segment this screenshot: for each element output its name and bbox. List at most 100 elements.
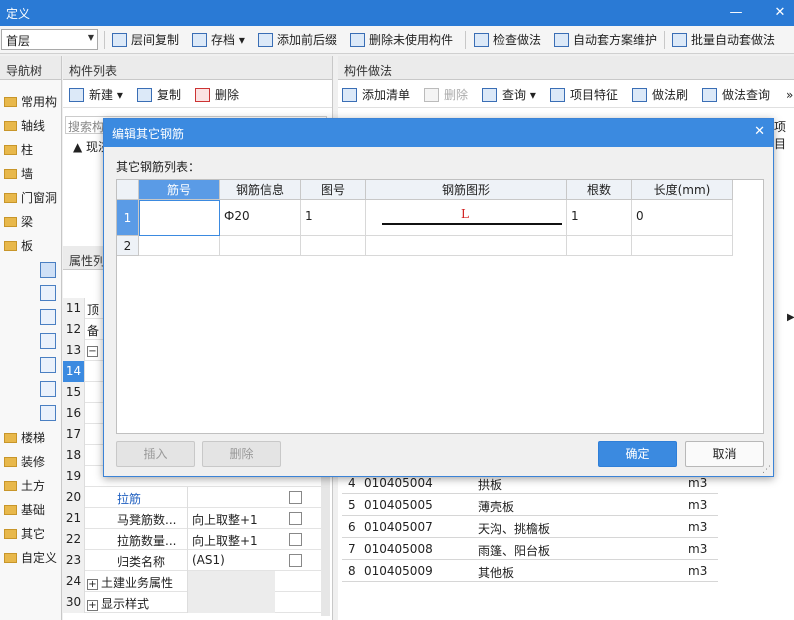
table-row[interactable]: 6 010405007 天沟、挑檐板 m3 bbox=[342, 516, 718, 538]
col-header-length[interactable]: 长度(mm) bbox=[632, 180, 733, 200]
nav-item[interactable]: 梁 bbox=[4, 212, 33, 232]
new-button[interactable]: 新建 ▾ bbox=[69, 86, 123, 104]
col-header-bar-no[interactable]: 筋号 bbox=[139, 180, 220, 200]
nav-item[interactable]: 门窗洞 bbox=[4, 188, 57, 208]
count-cell[interactable]: 1 bbox=[567, 200, 632, 236]
bar-no-cell[interactable] bbox=[139, 200, 220, 236]
method-delete-button[interactable]: 删除 bbox=[424, 86, 468, 104]
nav-item[interactable]: 土方 bbox=[4, 476, 45, 496]
length-cell[interactable] bbox=[632, 236, 733, 256]
delete-button[interactable]: 删除 bbox=[195, 86, 239, 104]
minimize-icon[interactable]: — bbox=[726, 3, 746, 23]
query-icon bbox=[482, 88, 497, 102]
slab-band-icon[interactable] bbox=[40, 333, 56, 349]
nav-item[interactable]: 常用构 bbox=[4, 92, 57, 112]
close-icon[interactable]: ✕ bbox=[770, 3, 790, 23]
expand-group[interactable]: + 显示样式 bbox=[87, 595, 149, 612]
length-cell[interactable]: 0 bbox=[632, 200, 733, 236]
row-number: 12 bbox=[63, 319, 85, 340]
col-header-count[interactable]: 根数 bbox=[567, 180, 632, 200]
insert-button[interactable]: 插入 bbox=[116, 441, 195, 467]
nav-item[interactable]: 轴线 bbox=[4, 116, 45, 136]
resize-grip-icon[interactable]: ⋰ bbox=[762, 465, 771, 475]
ok-button[interactable]: 确定 bbox=[598, 441, 677, 467]
row-number: 19 bbox=[63, 466, 85, 487]
nav-item[interactable]: 自定义 bbox=[4, 548, 57, 568]
info-cell[interactable]: Ф20 bbox=[220, 200, 301, 236]
table-row[interactable]: 7 010405008 雨篷、阳台板 m3 bbox=[342, 538, 718, 560]
add-prefix-button[interactable]: 添加前后缀 bbox=[258, 31, 337, 49]
brush-icon bbox=[632, 88, 647, 102]
shape-cell[interactable]: L bbox=[366, 200, 567, 236]
method-name: 天沟、挑檐板 bbox=[478, 522, 551, 536]
add-list-button[interactable]: 添加清单 bbox=[342, 86, 410, 104]
new-label: 新建 bbox=[89, 88, 114, 102]
fig-no-cell[interactable]: 1 bbox=[301, 200, 366, 236]
col-header-shape[interactable]: 钢筋图形 bbox=[366, 180, 567, 200]
row-number: 14 bbox=[63, 361, 85, 382]
cancel-button[interactable]: 取消 bbox=[685, 441, 764, 467]
dialog-delete-button[interactable]: 删除 bbox=[202, 441, 281, 467]
count-cell[interactable] bbox=[567, 236, 632, 256]
hole-icon[interactable] bbox=[40, 285, 56, 301]
close-icon[interactable]: ✕ bbox=[754, 124, 765, 139]
prop-row[interactable]: 24 + 土建业务属性 bbox=[63, 571, 325, 592]
shape-cell[interactable] bbox=[366, 236, 567, 256]
column-cap-icon[interactable] bbox=[40, 309, 56, 325]
expand-icon: + bbox=[87, 600, 98, 611]
prop-value[interactable]: 向上取整+1 bbox=[187, 508, 275, 529]
table-row[interactable]: 5 010405005 薄壳板 m3 bbox=[342, 494, 718, 516]
nav-item[interactable]: 其它 bbox=[4, 524, 45, 544]
info-cell[interactable] bbox=[220, 236, 301, 256]
prop-row[interactable]: 30 + 显示样式 bbox=[63, 592, 325, 613]
delete-unused-button[interactable]: 删除未使用构件 bbox=[350, 31, 453, 49]
strip-icon[interactable] bbox=[40, 405, 56, 421]
archive-button[interactable]: 存档 ▾ bbox=[192, 31, 245, 49]
table-row[interactable]: 8 010405009 其他板 m3 bbox=[342, 560, 718, 582]
nav-item-label: 楼梯 bbox=[21, 431, 46, 445]
nav-item[interactable]: 柱 bbox=[4, 140, 33, 160]
collapse-icon[interactable]: − bbox=[87, 343, 101, 357]
slab-icon[interactable] bbox=[40, 262, 56, 278]
prop-value[interactable]: (AS1) bbox=[187, 550, 275, 571]
method-search-button[interactable]: 做法查询 bbox=[702, 86, 770, 104]
batch-auto-button[interactable]: 批量自动套做法 bbox=[672, 31, 775, 49]
checkbox[interactable] bbox=[289, 491, 302, 504]
auto-scheme-button[interactable]: 自动套方案维护 bbox=[554, 31, 657, 49]
copy-floor-button[interactable]: 层间复制 bbox=[112, 31, 179, 49]
brush-button[interactable]: 做法刷 bbox=[632, 86, 688, 104]
nav-item[interactable]: 装修 bbox=[4, 452, 45, 472]
prop-row[interactable]: 22 拉筋数量... 向上取整+1 bbox=[63, 529, 325, 550]
col-header-fig-no[interactable]: 图号 bbox=[301, 180, 366, 200]
scroll-right-icon[interactable]: ▶ bbox=[787, 312, 794, 323]
expand-group[interactable]: + 土建业务属性 bbox=[87, 574, 173, 591]
query-button[interactable]: 查询 ▾ bbox=[482, 86, 536, 104]
rebar-icon[interactable] bbox=[40, 357, 56, 373]
prop-row[interactable]: 20 拉筋 bbox=[63, 487, 325, 508]
prop-value[interactable]: 向上取整+1 bbox=[187, 529, 275, 550]
checkbox[interactable] bbox=[289, 554, 302, 567]
prop-value[interactable] bbox=[187, 487, 275, 508]
folder-icon bbox=[4, 481, 17, 491]
prop-name: 拉筋 bbox=[117, 492, 142, 506]
folder-icon bbox=[4, 193, 17, 203]
more-icon[interactable]: » bbox=[786, 86, 793, 104]
col-header-info[interactable]: 钢筋信息 bbox=[220, 180, 301, 200]
bar-no-cell[interactable] bbox=[139, 236, 220, 256]
copy-button[interactable]: 复制 bbox=[137, 86, 181, 104]
prop-row[interactable]: 23 归类名称 (AS1) bbox=[63, 550, 325, 571]
feature-button[interactable]: 项目特征 bbox=[550, 86, 618, 104]
neg-rebar-icon[interactable] bbox=[40, 381, 56, 397]
check-method-button[interactable]: 检查做法 bbox=[474, 31, 541, 49]
fig-no-cell[interactable] bbox=[301, 236, 366, 256]
nav-item[interactable]: 基础 bbox=[4, 500, 45, 520]
nav-item[interactable]: 墙 bbox=[4, 164, 33, 184]
nav-item[interactable]: 板 bbox=[4, 236, 33, 256]
prop-row[interactable]: 21 马凳筋数... 向上取整+1 bbox=[63, 508, 325, 529]
checkbox[interactable] bbox=[289, 533, 302, 546]
prop-value bbox=[187, 592, 275, 613]
batch-icon bbox=[672, 33, 687, 47]
checkbox[interactable] bbox=[289, 512, 302, 525]
nav-item[interactable]: 楼梯 bbox=[4, 428, 45, 448]
floor-select[interactable]: 首层 ▼ bbox=[1, 29, 98, 50]
